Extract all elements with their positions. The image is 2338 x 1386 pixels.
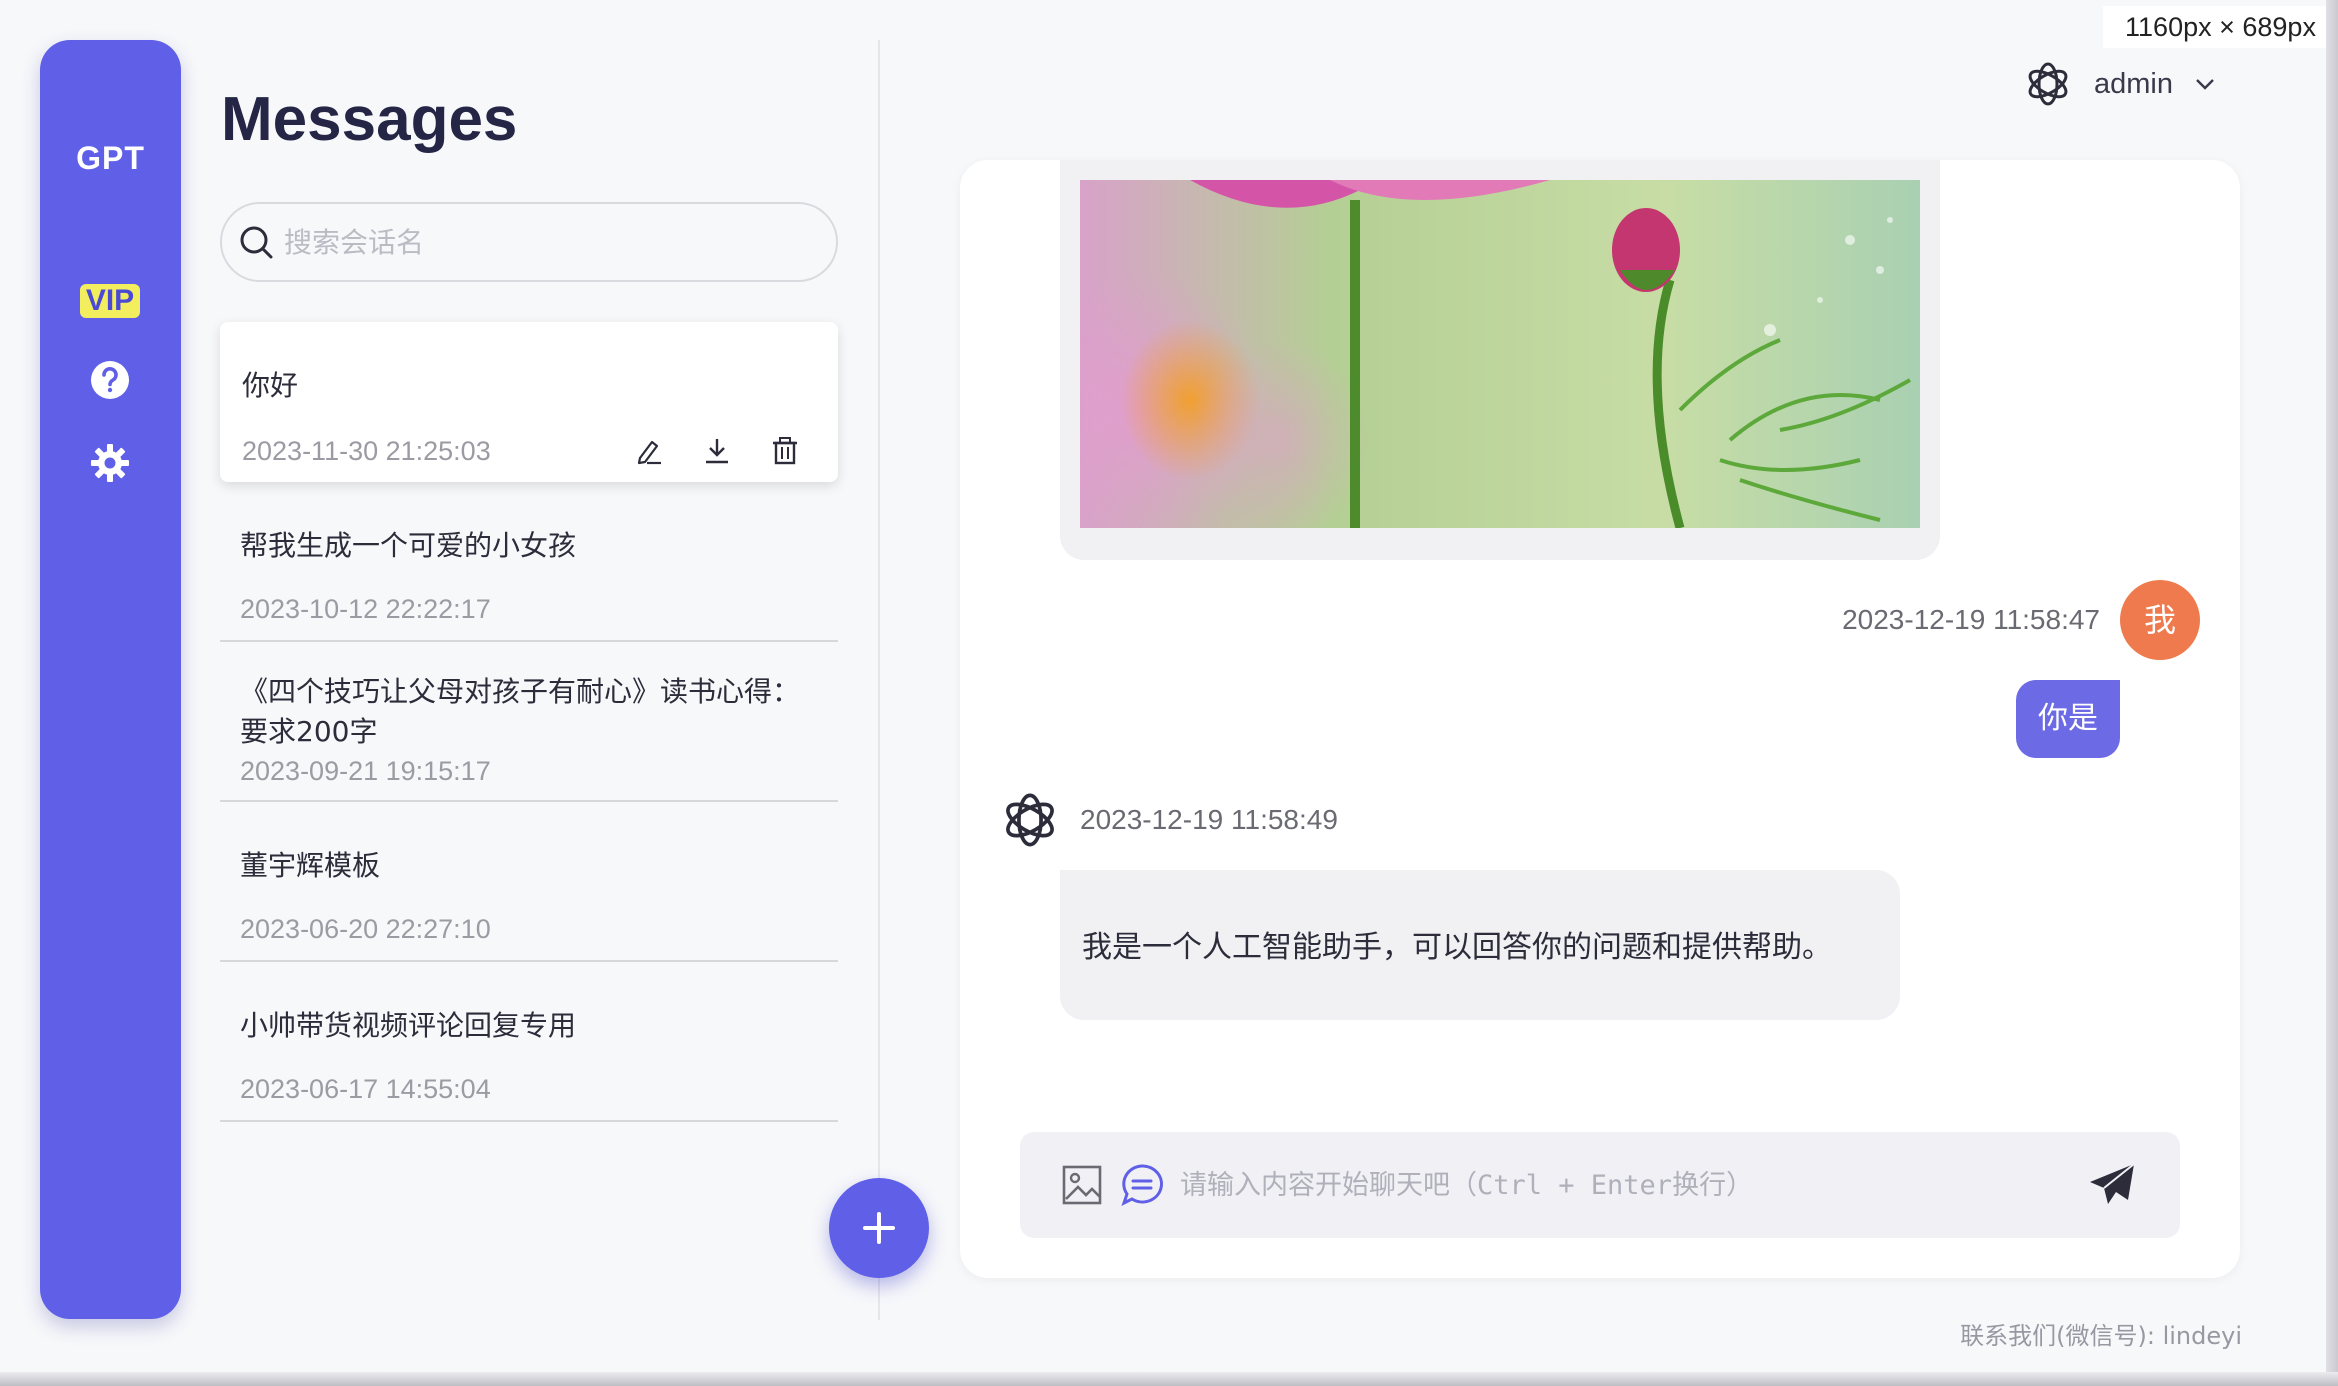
page-title: Messages xyxy=(221,85,518,154)
panel-divider xyxy=(878,40,880,1320)
help-button[interactable] xyxy=(90,360,130,400)
search-icon xyxy=(240,226,273,259)
conversation-title: 董宇辉模板 xyxy=(240,849,381,882)
gear-icon xyxy=(91,444,129,482)
chat-input[interactable] xyxy=(1180,1169,2060,1201)
search-box[interactable] xyxy=(220,202,838,282)
conversation-list: 你好 2023-11-30 21:25:03 帮我生成一个可爱的小女孩 2023… xyxy=(220,322,838,1122)
send-icon xyxy=(2090,1163,2135,1204)
conversation-time: 2023-11-30 21:25:03 xyxy=(242,436,491,466)
image-upload-button[interactable] xyxy=(1060,1163,1104,1207)
conversation-item[interactable]: 你好 2023-11-30 21:25:03 xyxy=(220,322,838,482)
delete-button[interactable] xyxy=(768,434,802,468)
chat-bubble-icon xyxy=(1121,1164,1163,1206)
new-conversation-button[interactable] xyxy=(829,1178,929,1278)
conversation-item[interactable]: 小帅带货视频评论回复专用 2023-06-17 14:55:04 xyxy=(220,962,838,1122)
openai-logo-icon xyxy=(2028,62,2068,106)
app-logo[interactable]: GPT xyxy=(40,140,181,177)
download-button[interactable] xyxy=(700,434,734,468)
bot-avatar-icon xyxy=(1006,793,1054,847)
user-menu[interactable]: admin xyxy=(2022,58,2217,110)
contact-footer: 联系我们(微信号): lindeyi xyxy=(1960,1322,2242,1350)
conversation-time: 2023-09-21 19:15:17 xyxy=(240,756,491,786)
conversation-actions xyxy=(632,434,802,468)
message-composer xyxy=(1020,1132,2180,1238)
conversation-title: 帮我生成一个可爱的小女孩 xyxy=(240,529,577,562)
chat-window: 2023-12-19 11:58:47 我 你是 2023-12-19 11:5… xyxy=(960,160,2240,1278)
conversation-title: 你好 xyxy=(242,369,299,402)
window-edge xyxy=(0,1372,2338,1386)
user-name: admin xyxy=(2094,67,2173,100)
question-circle-icon xyxy=(91,361,129,399)
image-icon xyxy=(1062,1165,1102,1205)
conversation-time: 2023-06-17 14:55:04 xyxy=(240,1074,491,1104)
message-time: 2023-12-19 11:58:47 xyxy=(1842,604,2100,635)
conversation-item[interactable]: 帮我生成一个可爱的小女孩 2023-10-12 22:22:17 xyxy=(220,482,838,642)
edit-button[interactable] xyxy=(632,434,666,468)
settings-button[interactable] xyxy=(90,443,130,483)
conversation-time: 2023-06-20 22:27:10 xyxy=(240,914,491,944)
trash-icon xyxy=(773,437,797,465)
plus-icon xyxy=(863,1212,895,1244)
conversation-title: 《四个技巧让父母对孩子有耐心》读书心得：要求200字 xyxy=(240,675,801,748)
conversation-item[interactable]: 《四个技巧让父母对孩子有耐心》读书心得：要求200字 2023-09-21 19… xyxy=(220,642,838,802)
window-edge xyxy=(2326,0,2338,1386)
message-time: 2023-12-19 11:58:49 xyxy=(1080,804,1338,835)
chevron-down-icon xyxy=(2196,79,2214,90)
conversation-item[interactable]: 董宇辉模板 2023-06-20 22:27:10 xyxy=(220,802,838,962)
vip-badge[interactable]: VIP xyxy=(80,284,140,318)
prompt-button[interactable] xyxy=(1120,1163,1164,1207)
sidebar-rail: GPT VIP xyxy=(40,40,181,1319)
send-button[interactable] xyxy=(2086,1160,2138,1212)
pen-icon xyxy=(637,440,661,465)
conversation-time: 2023-10-12 22:22:17 xyxy=(240,594,491,624)
viewport-size-label: 1160px × 689px xyxy=(2103,6,2338,48)
messages-panel: Messages 你好 2023-11-30 21:25:03 xyxy=(220,40,840,1320)
bot-message-bubble: 我是一个人工智能助手，可以回答你的问题和提供帮助。 xyxy=(1060,870,1900,1020)
generated-image[interactable] xyxy=(1080,180,1920,528)
user-avatar: 我 xyxy=(2120,580,2200,660)
conversation-title: 小帅带货视频评论回复专用 xyxy=(240,1009,577,1042)
search-input[interactable] xyxy=(284,225,784,259)
user-message-bubble: 你是 xyxy=(2016,680,2120,758)
download-icon xyxy=(706,439,728,464)
